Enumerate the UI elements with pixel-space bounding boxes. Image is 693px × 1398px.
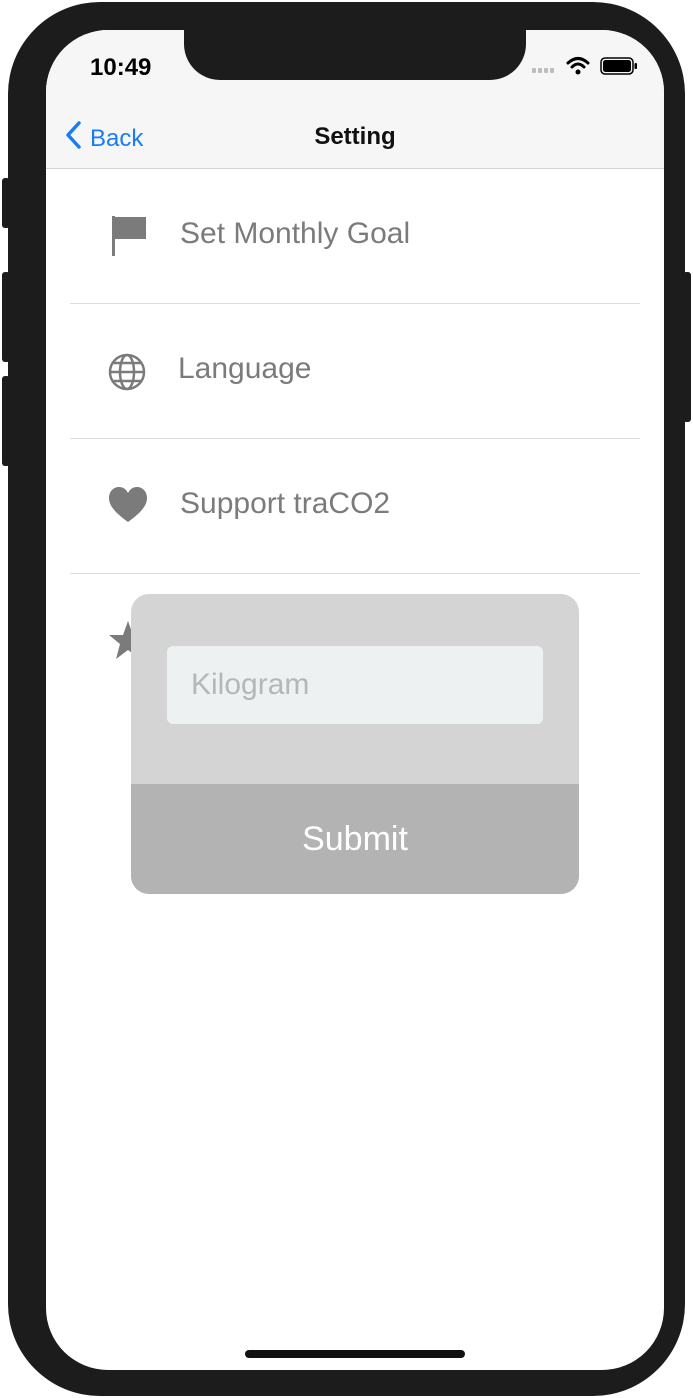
power-button xyxy=(683,272,691,422)
volume-up-button xyxy=(2,272,10,362)
menu-item-set-monthly-goal[interactable]: Set Monthly Goal xyxy=(70,169,640,304)
goal-input-dialog: Submit xyxy=(131,594,579,894)
screen: 10:49 Back Setting Set Monthly Goal Lang… xyxy=(46,30,664,1370)
page-title: Setting xyxy=(314,123,396,150)
navigation-bar: 10:49 Back Setting xyxy=(46,30,664,169)
menu-item-support[interactable]: Support traCO2 xyxy=(70,439,640,574)
heart-icon xyxy=(108,484,148,528)
notch xyxy=(184,30,526,80)
home-indicator xyxy=(245,1350,465,1358)
menu-item-label: Language xyxy=(178,352,312,385)
kilogram-input[interactable] xyxy=(167,646,543,724)
menu-item-language[interactable]: Language xyxy=(70,304,640,439)
mute-switch xyxy=(2,178,10,228)
phone-frame: 10:49 Back Setting Set Monthly Goal Lang… xyxy=(8,2,685,1396)
cellular-signal-icon xyxy=(532,60,556,78)
globe-icon xyxy=(108,349,148,393)
wifi-icon xyxy=(566,56,590,81)
menu-item-label: Support traCO2 xyxy=(180,487,391,520)
status-icons xyxy=(532,56,638,81)
flag-icon xyxy=(108,214,148,258)
submit-button[interactable]: Submit xyxy=(131,784,579,894)
menu-item-label: Set Monthly Goal xyxy=(180,217,411,250)
volume-down-button xyxy=(2,376,10,466)
status-time: 10:49 xyxy=(90,54,152,81)
battery-icon xyxy=(600,57,638,80)
